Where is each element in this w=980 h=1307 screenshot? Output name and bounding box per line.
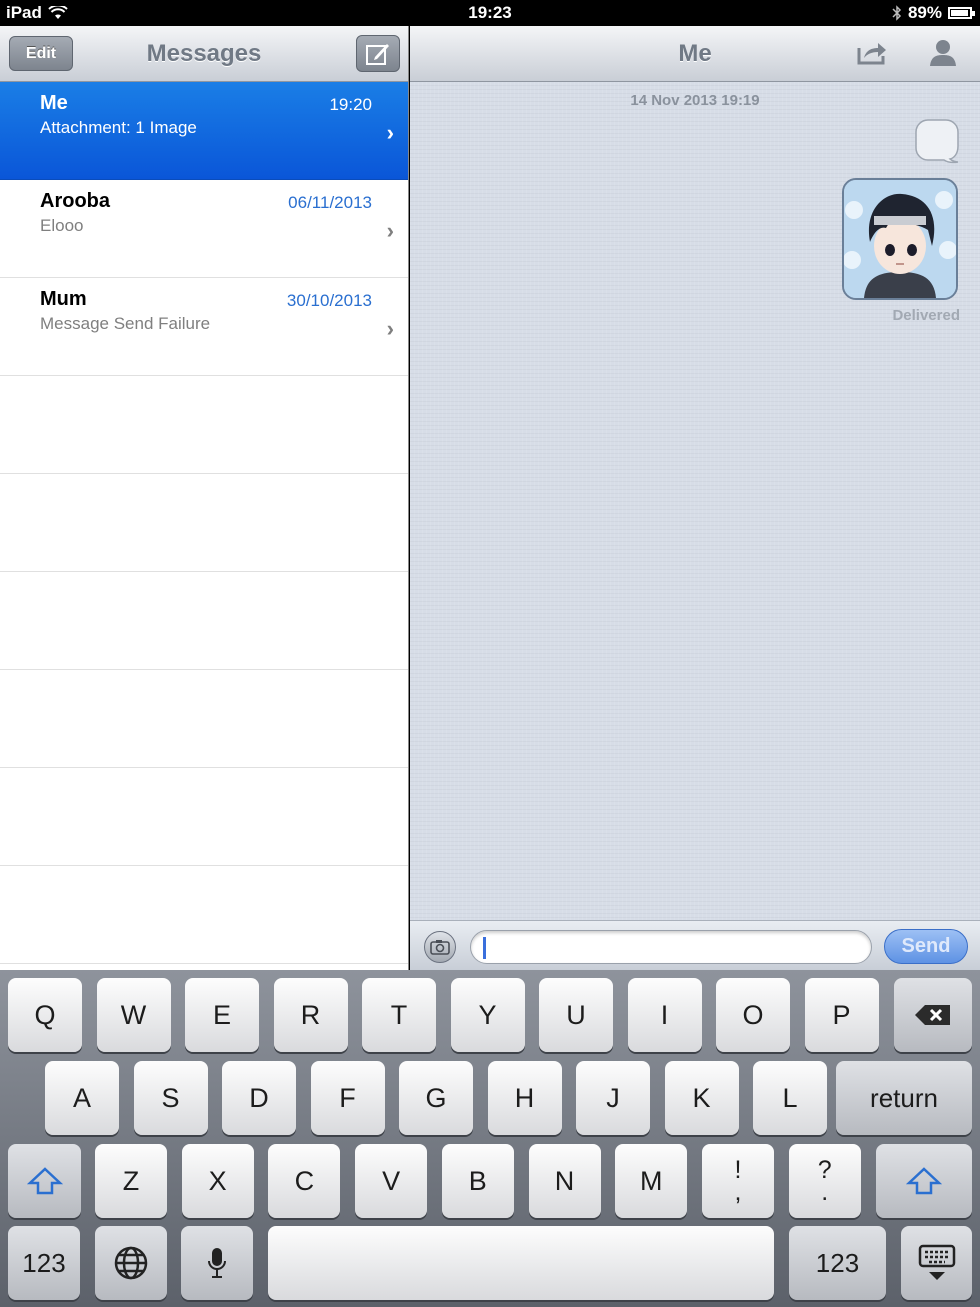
conversation-row-me[interactable]: Me Attachment: 1 Image 19:20 ›: [0, 82, 408, 180]
thread-pane: Me 14 Nov 2013 19:19 Delivered: [410, 26, 980, 970]
conversation-preview: Attachment: 1 Image: [40, 118, 197, 137]
key-secondary-char: .: [821, 1178, 829, 1206]
send-button[interactable]: Send: [884, 929, 968, 964]
empty-row: [0, 670, 408, 768]
numbers-key-right[interactable]: 123: [789, 1226, 886, 1300]
conversation-preview: Elooo: [40, 216, 84, 235]
key-punctuation-0[interactable]: !,: [702, 1144, 774, 1218]
key-y[interactable]: Y: [450, 978, 525, 1052]
microphone-icon: [208, 1248, 226, 1278]
battery-percent: 89%: [907, 3, 942, 22]
key-p[interactable]: P: [804, 978, 879, 1052]
numbers-key-left[interactable]: 123: [8, 1226, 80, 1300]
delivery-status: Delivered: [892, 307, 960, 324]
message-input[interactable]: [470, 930, 872, 964]
chevron-right-icon: ›: [386, 316, 394, 341]
on-screen-keyboard: Q W E R T Y U I O P A S D F G H J K Lreturn Z X C V B N M!,?. 123 1…: [0, 970, 980, 1307]
battery-icon: [948, 7, 975, 19]
dictation-key[interactable]: [181, 1226, 253, 1300]
key-c[interactable]: C: [268, 1144, 341, 1218]
chevron-right-icon: ›: [386, 120, 394, 145]
composer-bar: Send: [410, 920, 980, 970]
empty-row: [0, 474, 408, 572]
key-f[interactable]: F: [310, 1061, 385, 1135]
key-b[interactable]: B: [441, 1144, 514, 1218]
thread-navbar: Me: [410, 26, 980, 82]
conversation-name: Mum: [40, 288, 87, 310]
key-w[interactable]: W: [96, 978, 171, 1052]
globe-key[interactable]: [95, 1226, 167, 1300]
conversation-row-mum[interactable]: Mum Message Send Failure 30/10/2013 ›: [0, 278, 408, 376]
messages-title: Messages: [146, 40, 262, 67]
key-x[interactable]: X: [181, 1144, 254, 1218]
empty-row: [0, 866, 408, 964]
key-h[interactable]: H: [487, 1061, 562, 1135]
conversation-preview: Message Send Failure: [40, 314, 211, 333]
key-v[interactable]: V: [355, 1144, 428, 1218]
empty-message-bubble[interactable]: [914, 118, 960, 164]
key-secondary-char: ,: [734, 1178, 742, 1206]
compose-icon: [366, 43, 389, 65]
thread-title: Me: [678, 40, 712, 67]
conversation-list-pane: Edit Messages Me Attachment: 1 Image 19:…: [0, 26, 409, 970]
text-caret: [483, 937, 486, 959]
key-punctuation-1[interactable]: ?.: [788, 1144, 861, 1218]
message-timestamp: 14 Nov 2013 19:19: [630, 92, 760, 109]
contact-icon[interactable]: [928, 38, 958, 68]
conversation-date: 19:20: [329, 95, 372, 114]
shift-key-right[interactable]: [876, 1144, 972, 1218]
key-o[interactable]: O: [716, 978, 790, 1052]
image-attachment[interactable]: [842, 178, 958, 300]
key-d[interactable]: D: [222, 1061, 296, 1135]
backspace-key[interactable]: [894, 978, 972, 1052]
shift-icon: [26, 1167, 63, 1195]
key-k[interactable]: K: [664, 1061, 739, 1135]
key-j[interactable]: J: [576, 1061, 650, 1135]
key-l[interactable]: L: [753, 1061, 827, 1135]
conversation-date: 30/10/2013: [286, 291, 372, 310]
messages-navbar: Edit Messages: [0, 26, 408, 82]
empty-row: [0, 768, 408, 866]
space-key[interactable]: [268, 1226, 774, 1300]
key-s[interactable]: S: [133, 1061, 208, 1135]
avatar-image: [844, 180, 956, 298]
status-time: 19:23: [468, 3, 512, 22]
compose-button[interactable]: [356, 35, 400, 72]
return-key[interactable]: return: [836, 1061, 972, 1135]
key-n[interactable]: N: [528, 1144, 601, 1218]
shift-key-left[interactable]: [8, 1144, 81, 1218]
keyboard-dismiss-icon: [918, 1244, 955, 1280]
key-r[interactable]: R: [273, 978, 348, 1052]
conversation-name: Arooba: [40, 190, 110, 212]
key-t[interactable]: T: [362, 978, 436, 1052]
conversation-name: Me: [40, 92, 68, 114]
conversation-date: 06/11/2013: [288, 193, 372, 212]
hide-keyboard-key[interactable]: [901, 1226, 972, 1300]
globe-icon: [114, 1246, 148, 1280]
status-bar: iPad 19:23 89%: [0, 0, 980, 26]
chevron-right-icon: ›: [386, 218, 394, 243]
key-z[interactable]: Z: [95, 1144, 167, 1218]
bluetooth-icon: [892, 5, 902, 21]
empty-row: [0, 572, 408, 670]
key-m[interactable]: M: [615, 1144, 688, 1218]
key-e[interactable]: E: [185, 978, 259, 1052]
key-g[interactable]: G: [399, 1061, 473, 1135]
key-i[interactable]: I: [627, 978, 702, 1052]
conversation-row-arooba[interactable]: Arooba Elooo 06/11/2013 ›: [0, 180, 408, 278]
camera-icon: [430, 940, 450, 955]
key-q[interactable]: Q: [8, 978, 82, 1052]
backspace-icon: [915, 1005, 950, 1025]
shift-icon: [906, 1167, 942, 1195]
share-icon[interactable]: [856, 38, 888, 66]
key-a[interactable]: A: [45, 1061, 119, 1135]
key-u[interactable]: U: [539, 978, 613, 1052]
camera-button[interactable]: [424, 931, 456, 963]
empty-row: [0, 376, 408, 474]
